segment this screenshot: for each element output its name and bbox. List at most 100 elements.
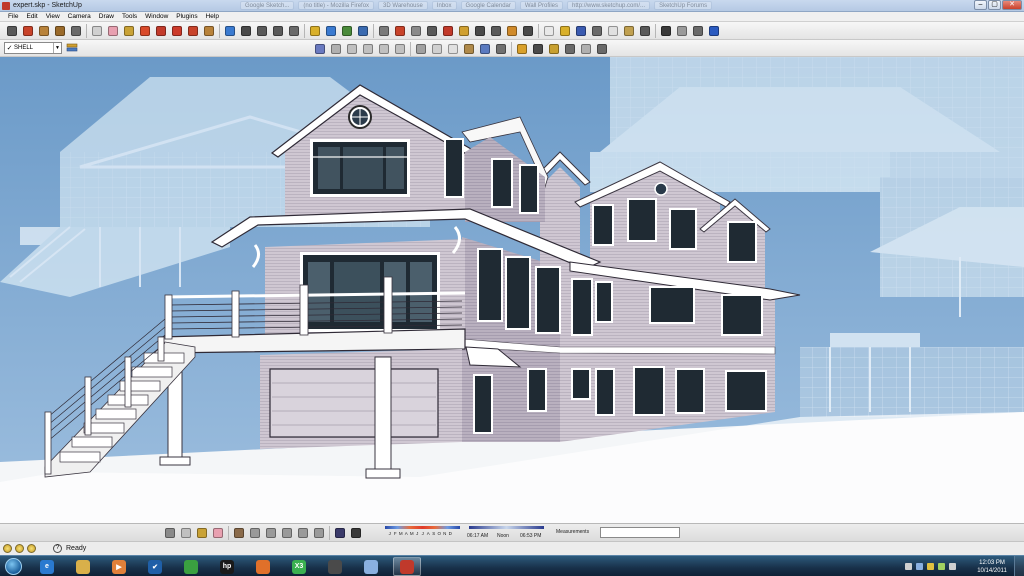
layer-tool-b-tool[interactable] [248, 526, 262, 540]
front-view-tool[interactable] [345, 42, 359, 56]
taskbar-app-sketchup-app[interactable] [393, 557, 421, 576]
push-pull-tool[interactable] [138, 24, 152, 38]
previous-view-tool[interactable] [287, 24, 301, 38]
tray-icon[interactable] [949, 563, 956, 570]
paste-tool[interactable] [622, 24, 636, 38]
paint-small-tool[interactable] [195, 526, 209, 540]
tray-icon[interactable] [938, 563, 945, 570]
3d-text-tool[interactable] [457, 24, 471, 38]
match-photo-tool[interactable] [563, 42, 577, 56]
taskbar-app-x3-app[interactable]: X3 [285, 557, 313, 576]
arc-tool[interactable] [69, 24, 83, 38]
taskbar-app-checkmark-app[interactable]: ✔ [141, 557, 169, 576]
minimize-button[interactable]: – [974, 0, 987, 10]
follow-me-tool[interactable] [186, 24, 200, 38]
taskbar-app-file-explorer[interactable] [69, 557, 97, 576]
menu-window[interactable]: Window [141, 12, 172, 21]
shadow-date-slider[interactable] [385, 526, 460, 529]
copy-tool[interactable] [606, 24, 620, 38]
wireframe-tool[interactable] [430, 42, 444, 56]
shadow-toggle-tool[interactable] [333, 526, 347, 540]
close-button[interactable]: ✕ [1002, 0, 1022, 10]
google-earth-tool[interactable] [356, 24, 370, 38]
select-arrow-tool[interactable] [5, 24, 19, 38]
select-small-tool[interactable] [163, 526, 177, 540]
pan-tool[interactable] [239, 24, 253, 38]
zoom-extents-tool[interactable] [271, 24, 285, 38]
position-camera-tool[interactable] [489, 24, 503, 38]
layer-tool-f-tool[interactable] [312, 526, 326, 540]
delete-tool[interactable] [638, 24, 652, 38]
menu-camera[interactable]: Camera [64, 12, 95, 21]
taskbar-app-firefox[interactable] [249, 557, 277, 576]
make-component-tool[interactable] [90, 24, 104, 38]
eraser-small-tool[interactable] [211, 526, 225, 540]
back-view-tool[interactable] [377, 42, 391, 56]
taskbar-app-internet-explorer[interactable]: e [33, 557, 61, 576]
menu-view[interactable]: View [42, 12, 64, 21]
menu-edit[interactable]: Edit [22, 12, 41, 21]
taskbar-app-document-app[interactable] [357, 557, 385, 576]
tray-icon[interactable] [927, 563, 934, 570]
undo-tool[interactable] [659, 24, 673, 38]
shaded-texture-tool[interactable] [478, 42, 492, 56]
layer-tool-e-tool[interactable] [296, 526, 310, 540]
user-icon[interactable] [27, 544, 36, 553]
layer-tool-d-tool[interactable] [280, 526, 294, 540]
open-folder-tool[interactable] [558, 24, 572, 38]
taskbar-app-hp-app[interactable]: hp [213, 557, 241, 576]
background-window-tab[interactable]: SketchUp Forums [654, 1, 713, 10]
components-small-tool[interactable] [179, 526, 193, 540]
orbit-tool[interactable] [223, 24, 237, 38]
cut-tool[interactable] [590, 24, 604, 38]
rectangle-tool[interactable] [37, 24, 51, 38]
solid-tools-tool[interactable] [515, 42, 529, 56]
xray-tool[interactable] [414, 42, 428, 56]
background-window-tab[interactable]: Inbox [431, 1, 457, 10]
start-button[interactable] [2, 556, 24, 576]
background-window-tab[interactable]: 3D Warehouse [378, 1, 428, 10]
taskbar-app-image-app[interactable] [177, 557, 205, 576]
dimension-tool[interactable] [393, 24, 407, 38]
protractor-tool[interactable] [409, 24, 423, 38]
top-view-tool[interactable] [329, 42, 343, 56]
text-tool[interactable] [425, 24, 439, 38]
layer-tool-c-tool[interactable] [264, 526, 278, 540]
show-desktop-button[interactable] [1014, 556, 1024, 576]
model-viewport[interactable] [0, 57, 1024, 523]
move-tool[interactable] [154, 24, 168, 38]
menu-draw[interactable]: Draw [95, 12, 118, 21]
menu-help[interactable]: Help [202, 12, 223, 21]
soften-tool[interactable] [547, 42, 561, 56]
save-tool[interactable] [574, 24, 588, 38]
background-window-tab[interactable]: Google Calendar [460, 1, 516, 10]
monochrome-tool[interactable] [494, 42, 508, 56]
iso-view-tool[interactable] [313, 42, 327, 56]
taskbar-app-media-player[interactable]: ▶ [105, 557, 133, 576]
hidden-line-tool[interactable] [446, 42, 460, 56]
section-plane-tool[interactable] [505, 24, 519, 38]
menu-plugins[interactable]: Plugins [172, 12, 201, 21]
left-view-tool[interactable] [393, 42, 407, 56]
get-models-tool[interactable] [308, 24, 322, 38]
offset-tool[interactable] [202, 24, 216, 38]
zoom-tool[interactable] [255, 24, 269, 38]
components-tool[interactable] [340, 24, 354, 38]
sandbox-tool[interactable] [531, 42, 545, 56]
intersect-tool[interactable] [579, 42, 593, 56]
share-model-tool[interactable] [324, 24, 338, 38]
right-view-tool[interactable] [361, 42, 375, 56]
model-canvas[interactable] [0, 57, 1024, 523]
walk-tool[interactable] [473, 24, 487, 38]
new-file-tool[interactable] [542, 24, 556, 38]
menu-file[interactable]: File [4, 12, 22, 21]
redo-tool[interactable] [675, 24, 689, 38]
maximize-button[interactable]: ▢ [988, 0, 1001, 10]
background-window-tab[interactable]: Google Sketch... [240, 1, 295, 10]
layer-dropdown[interactable]: ✓ SHELL ▼ [4, 42, 62, 54]
paint-bucket-tool[interactable] [122, 24, 136, 38]
axes-tool[interactable] [441, 24, 455, 38]
measurements-input[interactable] [600, 527, 680, 538]
shaded-tool[interactable] [462, 42, 476, 56]
layer-manager-icon[interactable] [66, 42, 78, 54]
